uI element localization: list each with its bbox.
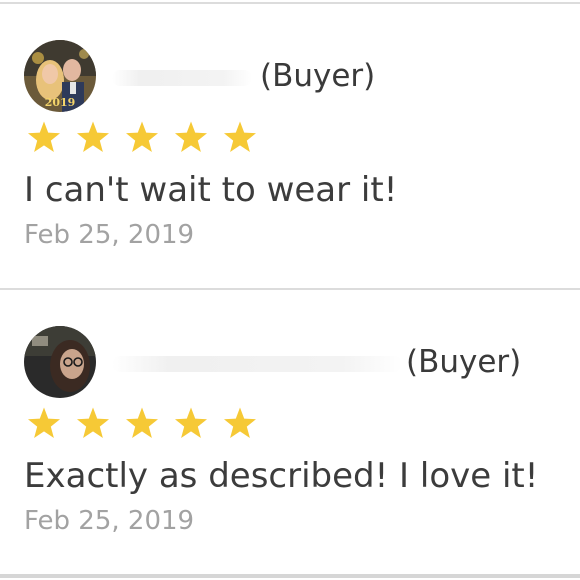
review-date: Feb 25, 2019: [24, 220, 195, 250]
buyer-tag: (Buyer): [406, 344, 522, 380]
star-icon: [75, 120, 111, 156]
star-rating: [26, 406, 258, 442]
star-icon: [124, 406, 160, 442]
buyer-tag: (Buyer): [260, 58, 376, 94]
avatar[interactable]: 2019: [24, 40, 96, 112]
star-icon: [26, 120, 62, 156]
reviewer-name: [112, 70, 252, 86]
review-list: 2019 (Buyer) I can't wait to wear it! Fe…: [0, 0, 580, 580]
star-icon: [75, 406, 111, 442]
avatar-caption: 2019: [45, 96, 76, 109]
review-text: Exactly as described! I love it!: [24, 456, 539, 496]
star-icon: [26, 406, 62, 442]
star-icon: [124, 120, 160, 156]
avatar[interactable]: [24, 326, 96, 398]
divider: [0, 574, 580, 578]
star-icon: [173, 406, 209, 442]
divider: [0, 288, 580, 290]
reviewer-name: [112, 356, 402, 372]
star-icon: [173, 120, 209, 156]
review-text: I can't wait to wear it!: [24, 170, 398, 210]
review-date: Feb 25, 2019: [24, 506, 195, 536]
star-rating: [26, 120, 258, 156]
divider: [0, 2, 580, 4]
star-icon: [222, 120, 258, 156]
star-icon: [222, 406, 258, 442]
